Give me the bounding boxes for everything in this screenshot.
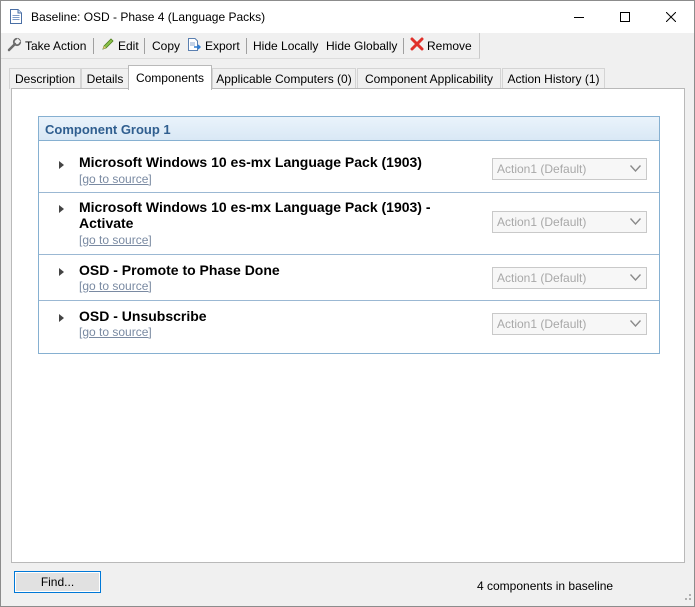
take-action-button[interactable]: Take Action — [7, 33, 86, 58]
expand-arrow-icon[interactable] — [57, 203, 65, 213]
pencil-icon — [101, 37, 118, 54]
status-text: 4 components in baseline — [477, 579, 614, 593]
toolbar: Take Action Edit Copy Export Hide Locall… — [1, 33, 480, 59]
copy-label: Copy — [152, 38, 181, 53]
minimize-button[interactable] — [556, 1, 602, 33]
component-row: OSD - Promote to Phase Done [go to sourc… — [39, 255, 659, 301]
component-row: OSD - Unsubscribe [go to source] Action1… — [39, 301, 659, 352]
tab-details[interactable]: Details — [81, 68, 129, 89]
close-icon — [666, 12, 676, 22]
find-button[interactable]: Find... — [14, 571, 101, 593]
component-group-title: Component Group 1 — [45, 122, 171, 137]
remove-x-icon — [410, 37, 427, 54]
action-dropdown-value: Action1 (Default) — [497, 271, 587, 285]
maximize-icon — [620, 12, 630, 22]
copy-button[interactable]: Copy — [152, 33, 180, 58]
go-to-source-link[interactable]: [go to source] — [79, 325, 152, 339]
action-dropdown-value: Action1 (Default) — [497, 162, 587, 176]
edit-button[interactable]: Edit — [101, 33, 139, 58]
hide-locally-label: Hide Locally — [253, 38, 319, 53]
action-dropdown-value: Action1 (Default) — [497, 317, 587, 331]
hide-globally-button[interactable]: Hide Globally — [326, 33, 397, 58]
tab-label: Component Applicability — [364, 72, 494, 86]
edit-label: Edit — [118, 38, 139, 53]
expand-arrow-icon[interactable] — [57, 159, 65, 169]
expand-arrow-icon[interactable] — [57, 266, 65, 276]
go-to-source-link[interactable]: [go to source] — [79, 172, 152, 186]
export-button[interactable]: Export — [187, 33, 240, 58]
export-icon — [187, 37, 205, 55]
export-label: Export — [205, 38, 240, 53]
go-to-source-link[interactable]: [go to source] — [79, 279, 152, 293]
component-name: Microsoft Windows 10 es-mx Language Pack… — [79, 199, 431, 231]
action-dropdown[interactable]: Action1 (Default) — [492, 267, 647, 289]
toolbar-separator — [144, 38, 145, 54]
take-action-label: Take Action — [25, 38, 87, 53]
action-dropdown[interactable]: Action1 (Default) — [492, 313, 647, 335]
component-name: OSD - Promote to Phase Done — [79, 262, 280, 278]
hide-locally-button[interactable]: Hide Locally — [253, 33, 318, 58]
tab-label: Applicable Computers (0) — [216, 72, 352, 86]
tab-label: Components — [135, 71, 205, 85]
remove-button[interactable]: Remove — [410, 33, 472, 58]
toolbar-separator — [93, 38, 94, 54]
resize-grip-icon[interactable] — [682, 590, 692, 604]
component-row: Microsoft Windows 10 es-mx Language Pack… — [39, 193, 659, 255]
component-group: Component Group 1 Microsoft Windows 10 e… — [38, 116, 660, 354]
minimize-icon — [574, 12, 584, 22]
tab-label: Details — [86, 72, 124, 86]
close-button[interactable] — [648, 1, 694, 33]
window-title: Baseline: OSD - Phase 4 (Language Packs) — [31, 10, 266, 24]
component-name: OSD - Unsubscribe — [79, 308, 207, 324]
tab-applicable-computers[interactable]: Applicable Computers (0) — [212, 68, 356, 89]
toolbar-separator — [246, 38, 247, 54]
tab-label: Action History (1) — [507, 72, 600, 86]
components-panel: Component Group 1 Microsoft Windows 10 e… — [11, 88, 685, 563]
action-dropdown[interactable]: Action1 (Default) — [492, 211, 647, 233]
tab-label: Description — [14, 72, 76, 86]
title-bar[interactable]: Baseline: OSD - Phase 4 (Language Packs) — [1, 1, 694, 33]
component-name: Microsoft Windows 10 es-mx Language Pack… — [79, 154, 422, 170]
go-to-source-link[interactable]: [go to source] — [79, 233, 152, 247]
component-group-header: Component Group 1 — [39, 117, 659, 141]
action-dropdown[interactable]: Action1 (Default) — [492, 158, 647, 180]
wrench-icon — [7, 37, 25, 55]
tab-strip: Description Details Components Applicabl… — [1, 65, 694, 90]
hide-globally-label: Hide Globally — [326, 38, 398, 53]
toolbar-separator — [403, 38, 404, 54]
action-dropdown-value: Action1 (Default) — [497, 215, 587, 229]
baseline-window: Baseline: OSD - Phase 4 (Language Packs) — [0, 0, 695, 607]
tab-components[interactable]: Components — [128, 65, 212, 90]
document-icon — [10, 9, 22, 24]
component-row: Microsoft Windows 10 es-mx Language Pack… — [39, 141, 659, 193]
expand-arrow-icon[interactable] — [57, 312, 65, 322]
tab-action-history[interactable]: Action History (1) — [502, 68, 605, 89]
tab-description[interactable]: Description — [9, 68, 81, 89]
maximize-button[interactable] — [602, 1, 648, 33]
tab-component-applicability[interactable]: Component Applicability — [357, 68, 501, 89]
remove-label: Remove — [427, 38, 472, 53]
